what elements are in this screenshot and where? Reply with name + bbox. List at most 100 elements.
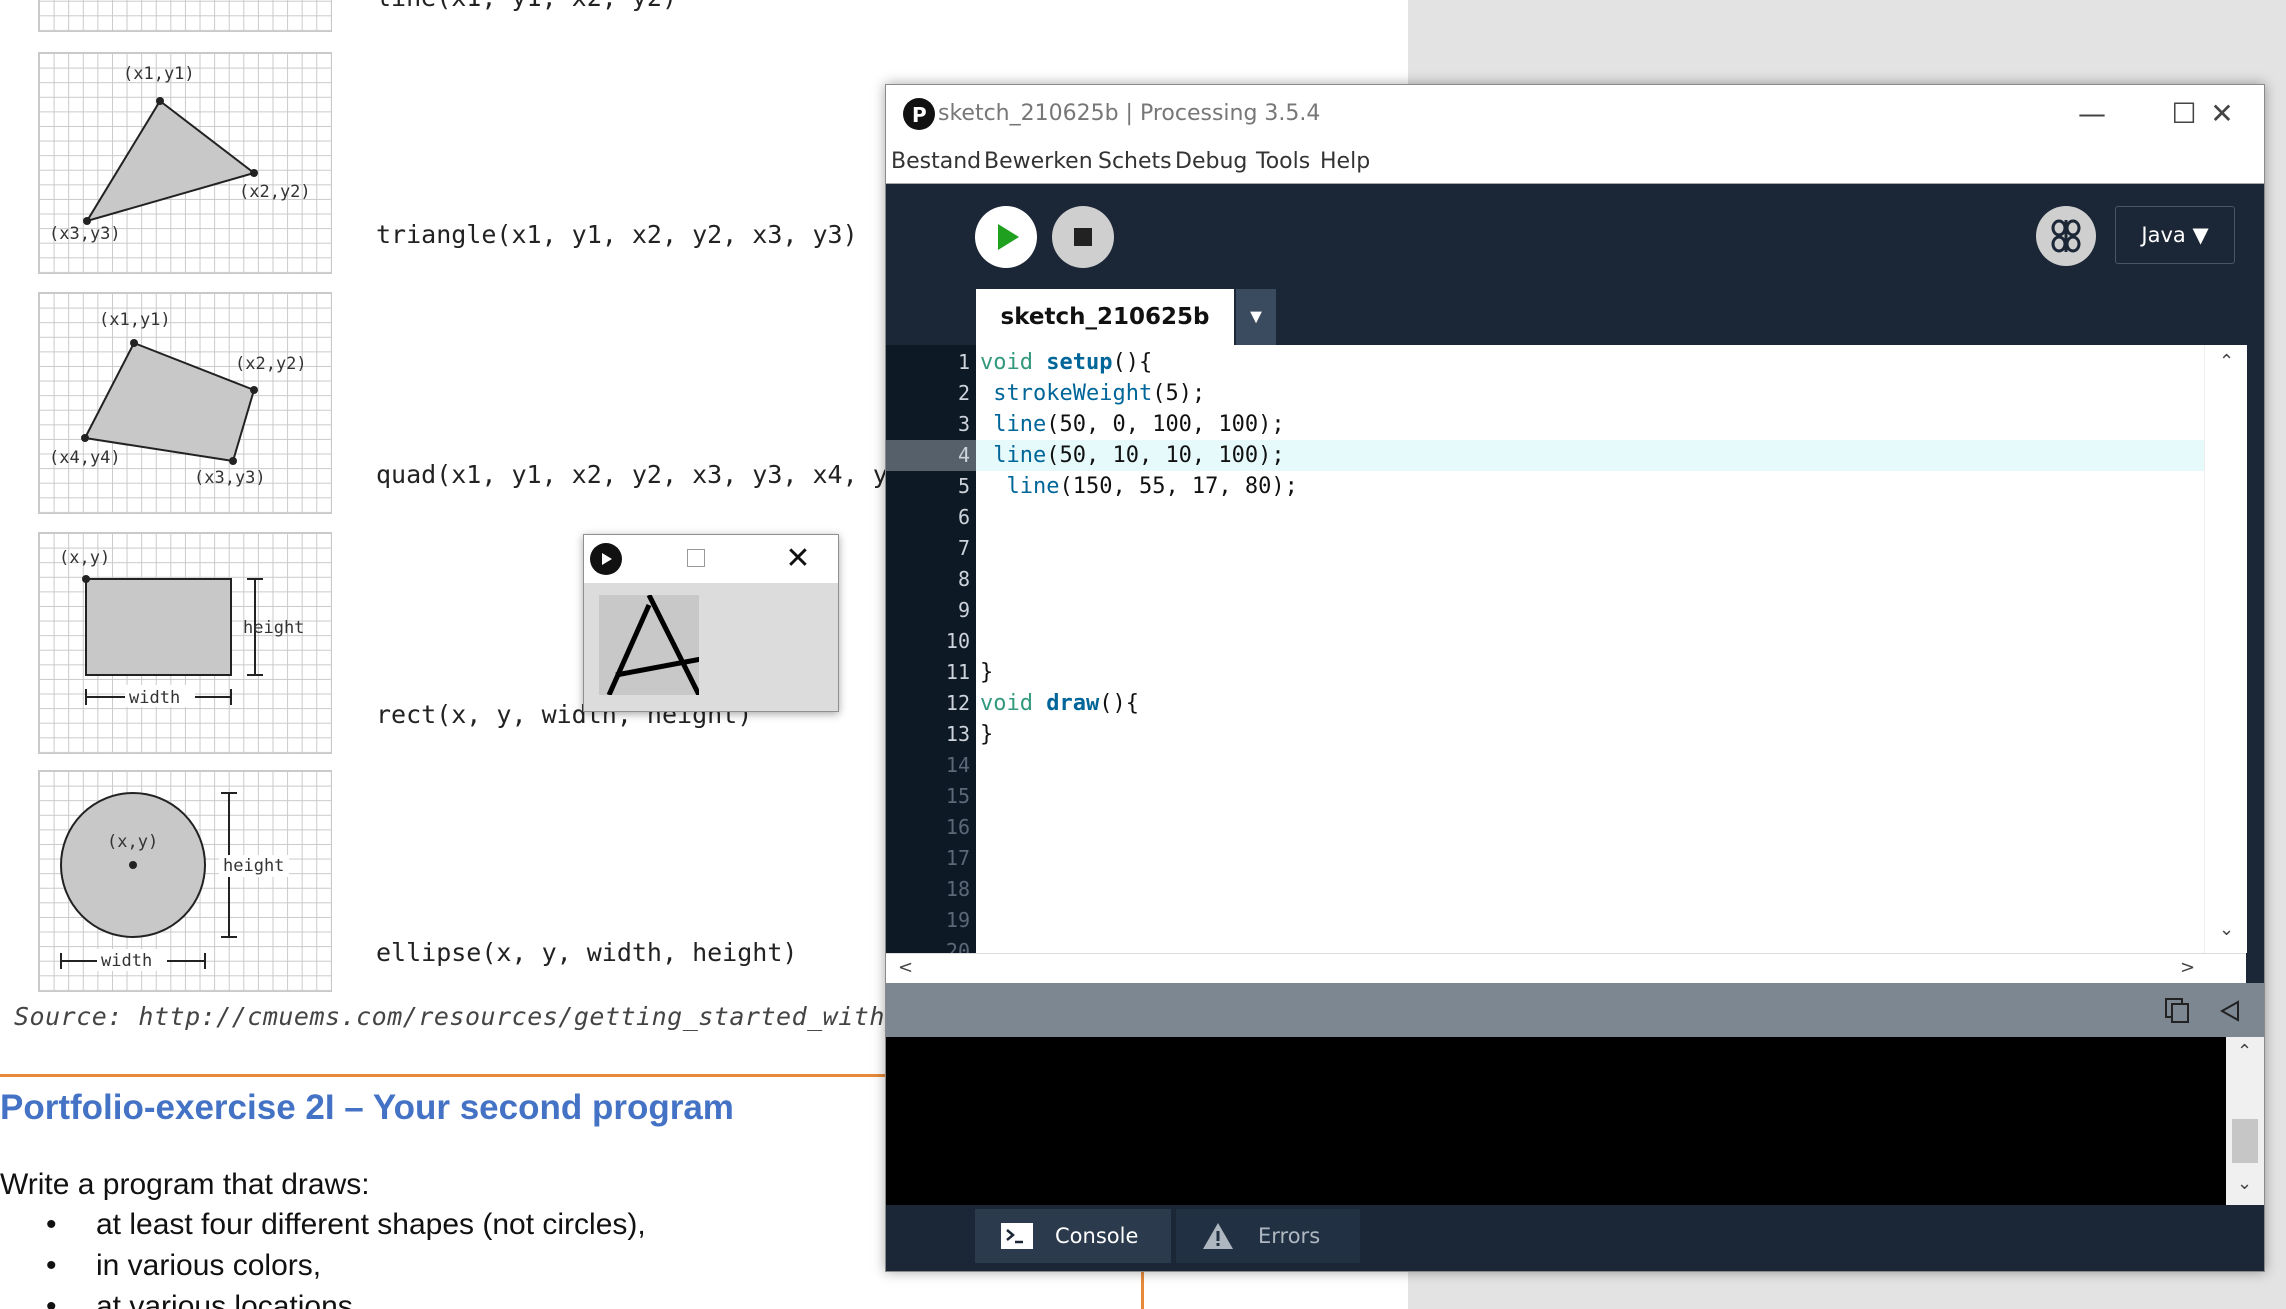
copy-icon[interactable]	[2162, 995, 2192, 1025]
scroll-down-icon[interactable]: ⌄	[2237, 1173, 2252, 1194]
exercise-intro: Write a program that draws:	[0, 1168, 370, 1201]
quad-signature: quad(x1, y1, x2, y2, x3, y3, x4, y4)	[376, 460, 918, 489]
sketch-output-window[interactable]: ✕	[583, 534, 839, 712]
line-signature: line(x1, y1, x2, y2)	[376, 0, 677, 12]
play-icon	[998, 224, 1019, 250]
ellipse-figure: (x,y) height width	[38, 770, 332, 992]
collapse-console-icon[interactable]	[2216, 997, 2244, 1025]
run-button[interactable]	[975, 206, 1037, 268]
console-tab[interactable]: Console	[975, 1209, 1171, 1263]
menu-bestand[interactable]: Bestand	[891, 149, 981, 174]
stop-icon	[1074, 228, 1092, 246]
line-number: 16	[945, 815, 970, 839]
quad-label-4: (x4,y4)	[49, 448, 121, 468]
processing-logo-icon: P	[903, 98, 935, 130]
line-number: 19	[945, 908, 970, 932]
menu-tools[interactable]: Tools	[1256, 149, 1310, 174]
line-number: 4	[957, 443, 970, 467]
menu-schets[interactable]: Schets	[1098, 149, 1172, 174]
ellipse-label-height: height	[223, 856, 284, 876]
triangle-label-2: (x2,y2)	[239, 182, 311, 202]
ellipse-label-xy: (x,y)	[107, 832, 158, 852]
code-line-3[interactable]: line(50, 0, 100, 100);	[980, 409, 1284, 440]
console-scrollbar[interactable]: ⌃ ⌄	[2226, 1037, 2264, 1205]
rect-label-width: width	[129, 688, 180, 708]
maximize-icon[interactable]	[687, 549, 705, 567]
line-number: 14	[945, 753, 970, 777]
processing-logo-icon	[590, 543, 622, 575]
menu-bewerken[interactable]: Bewerken	[984, 149, 1093, 174]
line-number: 7	[957, 536, 970, 560]
window-titlebar[interactable]: P sketch_210625b | Processing 3.5.4 — ☐ …	[886, 85, 2264, 143]
code-editor[interactable]: void setup(){ strokeWeight(5); line(50, …	[976, 345, 2204, 953]
svg-text:P: P	[912, 103, 927, 127]
window-title: sketch_210625b | Processing 3.5.4	[938, 101, 1321, 126]
terminal-icon	[1001, 1223, 1033, 1249]
triangle-label-3: (x3,y3)	[49, 224, 121, 244]
line-number: 9	[957, 598, 970, 622]
processing-ide-window[interactable]: P sketch_210625b | Processing 3.5.4 — ☐ …	[885, 84, 2265, 1272]
line-number: 17	[945, 846, 970, 870]
rect-label-xy: (x,y)	[59, 548, 110, 568]
line-number: 1	[957, 350, 970, 374]
code-line-4[interactable]: line(50, 10, 10, 100);	[980, 440, 1284, 471]
line-number: 18	[945, 877, 970, 901]
close-button[interactable]: ✕	[2192, 91, 2252, 137]
mode-selector[interactable]: Java ▼	[2115, 206, 2235, 264]
code-line-11[interactable]: }	[980, 657, 993, 688]
triangle-figure: (x1,y1) (x2,y2) (x3,y3)	[38, 52, 332, 274]
minimize-button[interactable]: —	[2062, 91, 2122, 137]
triangle-label-1: (x1,y1)	[123, 64, 195, 84]
sketch-canvas	[599, 593, 750, 697]
code-line-13[interactable]: }	[980, 719, 993, 750]
line-number: 15	[945, 784, 970, 808]
line-number: 10	[945, 629, 970, 653]
debugger-button[interactable]	[2036, 206, 2096, 266]
line-number: 3	[957, 412, 970, 436]
console-tab-label: Console	[1055, 1224, 1139, 1248]
code-line-5[interactable]: line(150, 55, 17, 80);	[980, 471, 1298, 502]
butterfly-icon	[2051, 219, 2081, 253]
status-bar: Console Errors	[886, 1205, 2264, 1271]
warning-icon	[1203, 1223, 1233, 1249]
rect-label-height: height	[243, 618, 304, 638]
errors-tab[interactable]: Errors	[1176, 1209, 1360, 1263]
tab-menu-button[interactable]: ▼	[1236, 289, 1276, 345]
line-number: 6	[957, 505, 970, 529]
errors-tab-label: Errors	[1258, 1224, 1321, 1248]
source-citation: Source: http://cmuems.com/resources/gett…	[14, 1002, 932, 1031]
menu-help[interactable]: Help	[1320, 149, 1370, 174]
tab-sketch[interactable]: sketch_210625b	[976, 289, 1234, 345]
close-icon[interactable]: ✕	[780, 541, 816, 577]
quad-figure: (x1,y1) (x2,y2) (x4,y4) (x3,y3)	[38, 292, 332, 514]
scroll-up-icon[interactable]: ⌃	[2237, 1041, 2252, 1062]
code-line-12[interactable]: void draw(){	[980, 688, 1139, 719]
editor-horizontal-scrollbar[interactable]: < >	[886, 953, 2246, 984]
line-number: 8	[957, 567, 970, 591]
line-figure	[38, 0, 332, 32]
ellipse-label-width: width	[101, 951, 152, 971]
scroll-left-icon[interactable]: <	[898, 957, 913, 978]
menu-bar: Bestand Bewerken Schets Debug Tools Help	[886, 143, 2264, 184]
code-line-2[interactable]: strokeWeight(5);	[980, 378, 1205, 409]
triangle-signature: triangle(x1, y1, x2, y2, x3, y3)	[376, 220, 858, 249]
scroll-right-icon[interactable]: >	[2180, 957, 2195, 978]
sketch-titlebar[interactable]: ✕	[584, 535, 838, 583]
scroll-down-icon[interactable]: ⌄	[2219, 919, 2234, 940]
menu-debug[interactable]: Debug	[1175, 149, 1247, 174]
stop-button[interactable]	[1052, 206, 1114, 268]
line-number: 2	[957, 381, 970, 405]
editor-vertical-scrollbar[interactable]: ⌃ ⌄	[2204, 345, 2247, 953]
scroll-up-icon[interactable]: ⌃	[2219, 351, 2234, 372]
console-scroll-thumb[interactable]	[2232, 1119, 2258, 1163]
line-number-gutter: 1 2 3 4 5 6 7 8 9 10 11 12 13 14 15 16 1…	[886, 345, 976, 953]
code-line-1[interactable]: void setup(){	[980, 347, 1152, 378]
line-number: 13	[945, 722, 970, 746]
quad-label-1: (x1,y1)	[99, 310, 171, 330]
line-number: 5	[957, 474, 970, 498]
console-output[interactable]	[886, 1037, 2226, 1205]
vertical-divider	[1141, 1270, 1144, 1309]
console-header	[886, 983, 2264, 1037]
line-number: 20	[945, 939, 970, 953]
quad-label-3: (x3,y3)	[194, 468, 266, 488]
